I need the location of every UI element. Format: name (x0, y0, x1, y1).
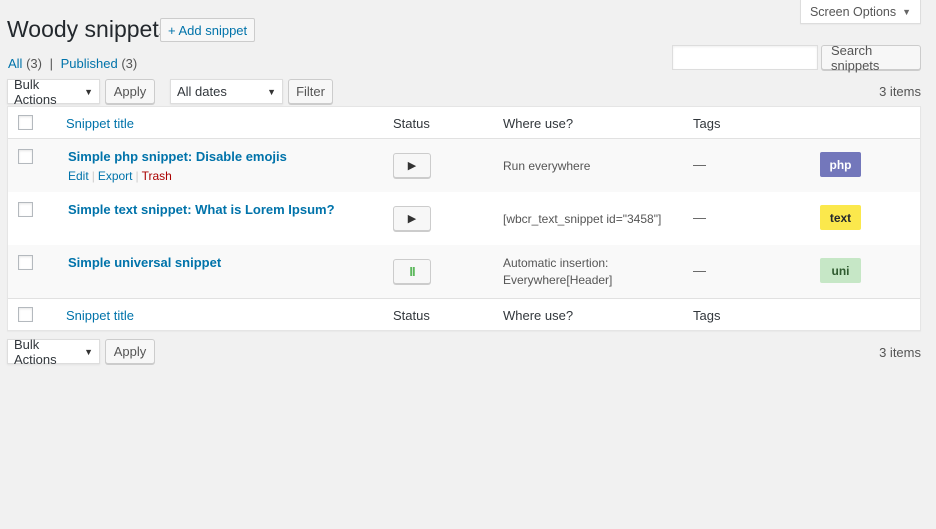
pause-icon: II (409, 264, 415, 279)
title-cell: Simple universal snippet (68, 255, 221, 270)
table-header-row: Snippet title Status Where use? Tags (8, 107, 920, 139)
column-tags: Tags (693, 116, 721, 131)
apply-button-bottom[interactable]: Apply (105, 339, 155, 364)
items-count-bottom: 3 items (879, 345, 921, 360)
where-use-cell: Automatic insertion: Everywhere[Header] (503, 255, 612, 289)
column-title-sort[interactable]: Snippet title (66, 116, 134, 131)
trash-link[interactable]: Trash (142, 169, 172, 183)
snippet-title-link[interactable]: Simple text snippet: What is Lorem Ipsum… (68, 202, 335, 217)
select-all-checkbox-footer[interactable] (18, 307, 33, 322)
select-all-checkbox[interactable] (18, 115, 33, 130)
view-published-link[interactable]: Published (61, 56, 118, 71)
add-snippet-button[interactable]: + Add snippet (160, 18, 256, 42)
activate-toggle-button[interactable]: ▶ (393, 153, 431, 178)
where-use-text: [wbcr_text_snippet id="3458"] (503, 212, 662, 226)
items-count-top: 3 items (879, 84, 921, 99)
where-use-text: Automatic insertion: (503, 256, 609, 270)
type-badge: uni (820, 258, 861, 283)
title-cell: Simple php snippet: Disable emojis Edit |… (68, 149, 287, 183)
activate-toggle-button[interactable]: ▶ (393, 206, 431, 231)
chevron-down-icon: ▼ (267, 86, 276, 97)
chevron-down-icon: ▼ (84, 346, 93, 357)
row-checkbox[interactable] (18, 149, 33, 164)
snippet-title-link[interactable]: Simple universal snippet (68, 255, 221, 270)
play-icon: ▶ (407, 160, 417, 172)
column-status: Status (393, 116, 430, 131)
bulk-actions-select-top[interactable]: Bulk Actions ▼ (7, 76, 100, 107)
type-badge: text (820, 205, 861, 230)
apply-button-top[interactable]: Apply (105, 79, 155, 104)
row-checkbox[interactable] (18, 202, 33, 217)
column-status-footer: Status (393, 308, 430, 323)
search-snippets-button[interactable]: Search snippets (821, 43, 921, 73)
tags-cell: — (693, 263, 706, 278)
table-row: Simple php snippet: Disable emojis Edit |… (8, 139, 920, 192)
type-badge: php (820, 152, 861, 177)
caret-down-icon: ▼ (902, 6, 912, 17)
view-all-link[interactable]: All (8, 56, 22, 71)
where-use-text: Everywhere[Header] (503, 273, 613, 287)
title-cell: Simple text snippet: What is Lorem Ipsum… (68, 202, 335, 217)
bulk-actions-select-bottom[interactable]: Bulk Actions ▼ (7, 336, 100, 367)
where-use-cell: Run everywhere (503, 158, 590, 175)
filter-button[interactable]: Filter (288, 79, 333, 104)
bulk-actions-label: Bulk Actions (14, 336, 57, 367)
view-separator: | (49, 56, 53, 71)
screen-options-label: Screen Options (809, 4, 897, 19)
export-link[interactable]: Export (98, 169, 133, 183)
column-where: Where use? (503, 116, 574, 131)
where-use-cell: [wbcr_text_snippet id="3458"] (503, 211, 661, 228)
play-icon: ▶ (407, 213, 417, 225)
dates-select[interactable]: All dates ▼ (170, 79, 283, 104)
view-published-count: (3) (121, 56, 138, 71)
view-filters: All (3) | Published (3) (8, 56, 137, 71)
row-checkbox[interactable] (18, 255, 33, 270)
column-where-footer: Where use? (503, 308, 574, 323)
dates-label: All dates (177, 84, 227, 99)
search-input[interactable] (672, 45, 818, 70)
table-footer-row: Snippet title Status Where use? Tags (8, 298, 920, 330)
row-actions: Edit | Export | Trash (68, 169, 172, 183)
table-row: Simple universal snippet II Automatic in… (8, 245, 920, 298)
tags-cell: — (693, 157, 706, 172)
view-all-count: (3) (26, 56, 42, 71)
edit-link[interactable]: Edit (68, 169, 89, 183)
tags-cell: — (693, 210, 706, 225)
screen-options-button[interactable]: Screen Options ▼ (800, 0, 921, 24)
where-use-text: Run everywhere (503, 159, 591, 173)
column-title-sort-footer[interactable]: Snippet title (66, 308, 134, 323)
column-tags-footer: Tags (693, 308, 721, 323)
bulk-actions-label: Bulk Actions (14, 76, 57, 107)
deactivate-toggle-button[interactable]: II (393, 259, 431, 284)
snippets-table: Snippet title Status Where use? Tags Sim… (7, 106, 921, 331)
table-row: Simple text snippet: What is Lorem Ipsum… (8, 192, 920, 245)
page-title: Woody snippets (7, 16, 171, 42)
snippet-title-link[interactable]: Simple php snippet: Disable emojis (68, 149, 287, 164)
chevron-down-icon: ▼ (84, 86, 93, 97)
